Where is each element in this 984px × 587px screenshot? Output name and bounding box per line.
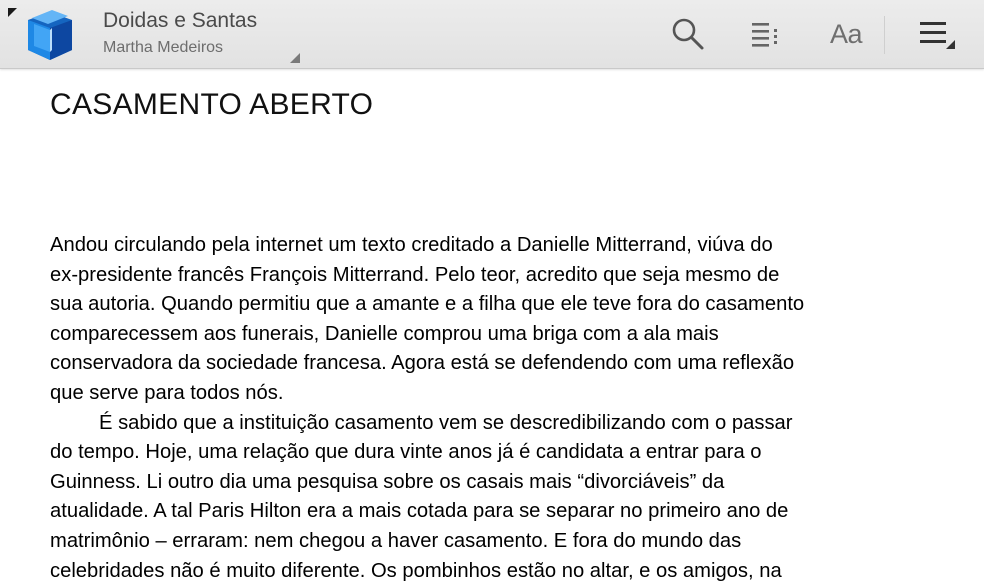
play-books-icon[interactable] xyxy=(22,6,78,62)
book-info[interactable]: Doidas e Santas Martha Medeiros xyxy=(103,8,303,59)
text-line: Guinness. Li outro dia uma pesquisa sobr… xyxy=(50,470,725,493)
search-icon xyxy=(672,18,704,50)
paragraph: É sabido que a instituição casamento vem… xyxy=(50,409,950,587)
chapter-body: Andou circulando pela internet um texto … xyxy=(50,231,950,586)
search-button[interactable] xyxy=(666,12,710,56)
text-line: do tempo. Hoje, uma relação que dura vin… xyxy=(50,441,762,464)
book-title: Doidas e Santas xyxy=(103,9,258,32)
text-line: matrimônio – erraram: nem chegou a haver… xyxy=(50,529,742,552)
text-line: comparecessem aos funerais, Danielle com… xyxy=(50,322,719,345)
table-of-contents-icon xyxy=(752,23,777,47)
up-caret-icon[interactable] xyxy=(8,8,17,17)
reader-app: Doidas e Santas Martha Medeiros Aa CASAM… xyxy=(0,0,984,587)
contents-button[interactable] xyxy=(745,12,789,56)
text-line: É sabido que a instituição casamento vem… xyxy=(99,411,793,434)
toolbar-divider xyxy=(884,16,885,54)
text-line: Andou circulando pela internet um texto … xyxy=(50,234,773,256)
reading-pane[interactable]: CASAMENTO ABERTO Andou circulando pela i… xyxy=(50,68,950,586)
paragraph: Andou circulando pela internet um texto … xyxy=(50,231,950,409)
overflow-menu-icon xyxy=(920,22,955,49)
font-size-label: Aa xyxy=(829,18,863,49)
action-bar: Doidas e Santas Martha Medeiros Aa xyxy=(0,0,984,69)
dropdown-corner-icon xyxy=(290,53,300,63)
text-settings-button[interactable]: Aa xyxy=(822,12,870,56)
text-line: conservadora da sociedade francesa. Agor… xyxy=(50,352,795,375)
overflow-menu-button[interactable] xyxy=(912,12,962,56)
chapter-title: CASAMENTO ABERTO xyxy=(50,88,374,121)
text-line: sua autoria. Quando permitiu que a amant… xyxy=(50,293,805,316)
text-line: celebridades não é muito diferente. Os p… xyxy=(50,559,782,582)
book-author: Martha Medeiros xyxy=(103,39,224,56)
text-line: que serve para todos nós. xyxy=(50,381,284,404)
text-line: atualidade. A tal Paris Hilton era a mai… xyxy=(50,500,789,523)
text-line: ex-presidente francês François Mitterran… xyxy=(50,263,780,286)
